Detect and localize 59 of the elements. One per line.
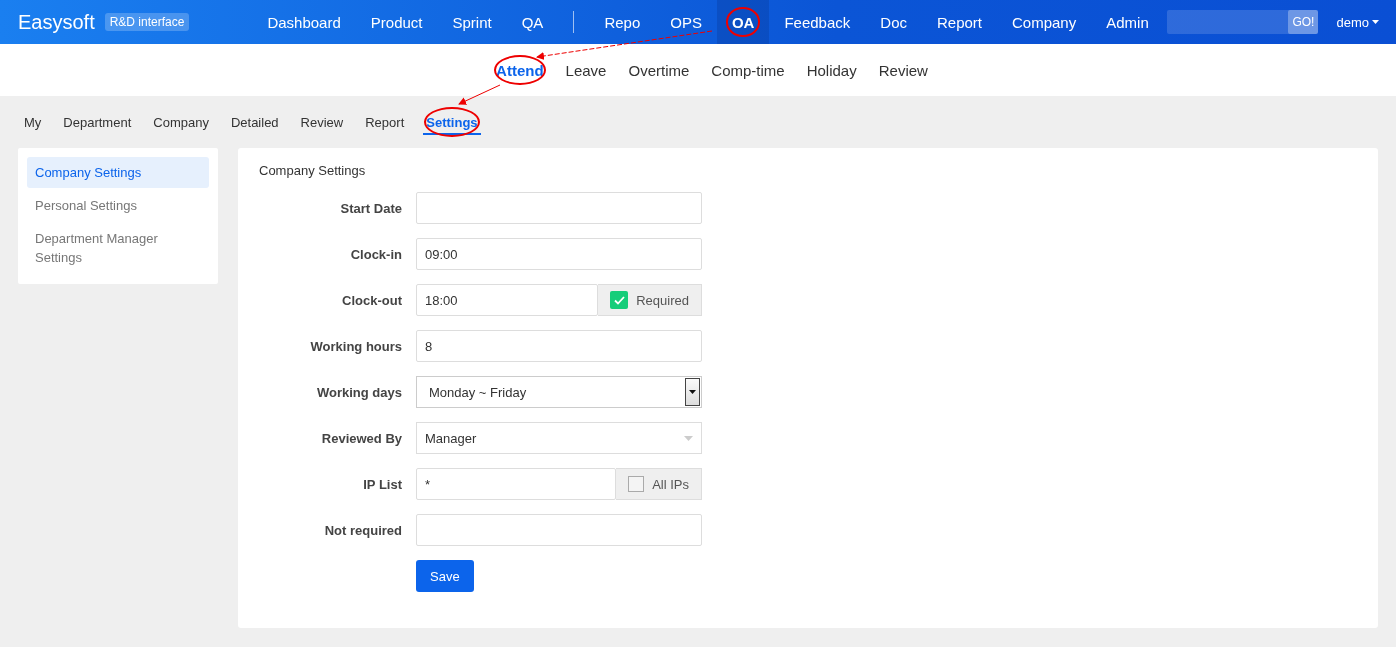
tab[interactable]: Company bbox=[142, 110, 220, 134]
subnav-item[interactable]: Comp-time bbox=[700, 61, 796, 79]
field-label: Working days bbox=[316, 384, 402, 400]
tab[interactable]: Department bbox=[52, 110, 143, 134]
subnav-item[interactable]: Overtime bbox=[617, 61, 701, 79]
checkbox[interactable] bbox=[628, 476, 645, 492]
nav-item[interactable]: Admin bbox=[1091, 0, 1164, 44]
field-label: Clock-in bbox=[349, 246, 402, 262]
nav-item[interactable]: Company bbox=[997, 0, 1092, 44]
subnav-item[interactable]: Leave bbox=[554, 61, 618, 79]
input-field[interactable] bbox=[416, 514, 702, 546]
field-label: IP List bbox=[362, 476, 402, 492]
user-menu[interactable]: demo bbox=[1336, 14, 1379, 30]
input-field[interactable]: * bbox=[416, 468, 617, 500]
nav-item[interactable]: Dashboard bbox=[252, 0, 356, 44]
nav-item[interactable]: Product bbox=[355, 0, 438, 44]
nav-item[interactable]: Report bbox=[922, 0, 997, 44]
check-icon bbox=[613, 295, 625, 305]
field-label: Reviewed By bbox=[320, 430, 402, 446]
caret-icon bbox=[684, 435, 693, 441]
interface-badge: R&D interface bbox=[104, 13, 190, 31]
nav-item[interactable]: Doc bbox=[865, 0, 922, 44]
nav-item[interactable]: Sprint bbox=[437, 0, 507, 44]
field-label: Clock-out bbox=[341, 292, 402, 308]
subnav-item[interactable]: Holiday bbox=[795, 61, 868, 79]
input-field[interactable]: 8 bbox=[416, 330, 702, 362]
tab[interactable]: Settings bbox=[415, 110, 489, 134]
dropdown[interactable]: Manager bbox=[416, 422, 702, 454]
nav-item[interactable]: Feedback bbox=[769, 0, 866, 44]
sidebar-item[interactable]: Personal Settings bbox=[27, 190, 209, 221]
checkbox[interactable] bbox=[610, 291, 629, 309]
input-field[interactable]: 18:00 bbox=[416, 284, 599, 316]
brand-name: Easysoft bbox=[18, 10, 95, 34]
nav-item[interactable]: OPS bbox=[655, 0, 717, 44]
save-button[interactable]: Save bbox=[416, 560, 474, 592]
nav-item[interactable]: Repo bbox=[589, 0, 656, 44]
nav-item[interactable]: OA bbox=[716, 0, 770, 44]
subnav-item[interactable]: Review bbox=[867, 61, 939, 79]
nav-item[interactable]: QA bbox=[506, 0, 559, 44]
tab[interactable]: Review bbox=[289, 110, 355, 134]
tab[interactable]: Report bbox=[354, 110, 416, 134]
field-label: Not required bbox=[323, 522, 402, 538]
dropdown[interactable]: Monday ~ Friday bbox=[416, 376, 702, 408]
tab[interactable]: My bbox=[13, 110, 53, 134]
checkbox-label: All IPs bbox=[652, 476, 689, 492]
checkbox-addon[interactable]: Required bbox=[598, 284, 702, 316]
caret-icon bbox=[1372, 20, 1379, 24]
sidebar-item[interactable]: Company Settings bbox=[27, 157, 209, 188]
panel-title: Company Settings bbox=[259, 163, 367, 178]
field-label: Working hours bbox=[309, 338, 402, 354]
annotation-arrow bbox=[458, 84, 501, 105]
input-field[interactable]: 09:00 bbox=[416, 238, 702, 270]
tab[interactable]: Detailed bbox=[219, 110, 290, 134]
input-field[interactable] bbox=[416, 192, 702, 224]
field-label: Start Date bbox=[339, 200, 402, 216]
subnav-item[interactable]: Attend bbox=[485, 61, 555, 79]
checkbox-label: Required bbox=[636, 292, 689, 308]
sidebar-item[interactable]: Department Manager Settings bbox=[27, 223, 209, 273]
checkbox-addon[interactable]: All IPs bbox=[616, 468, 702, 500]
